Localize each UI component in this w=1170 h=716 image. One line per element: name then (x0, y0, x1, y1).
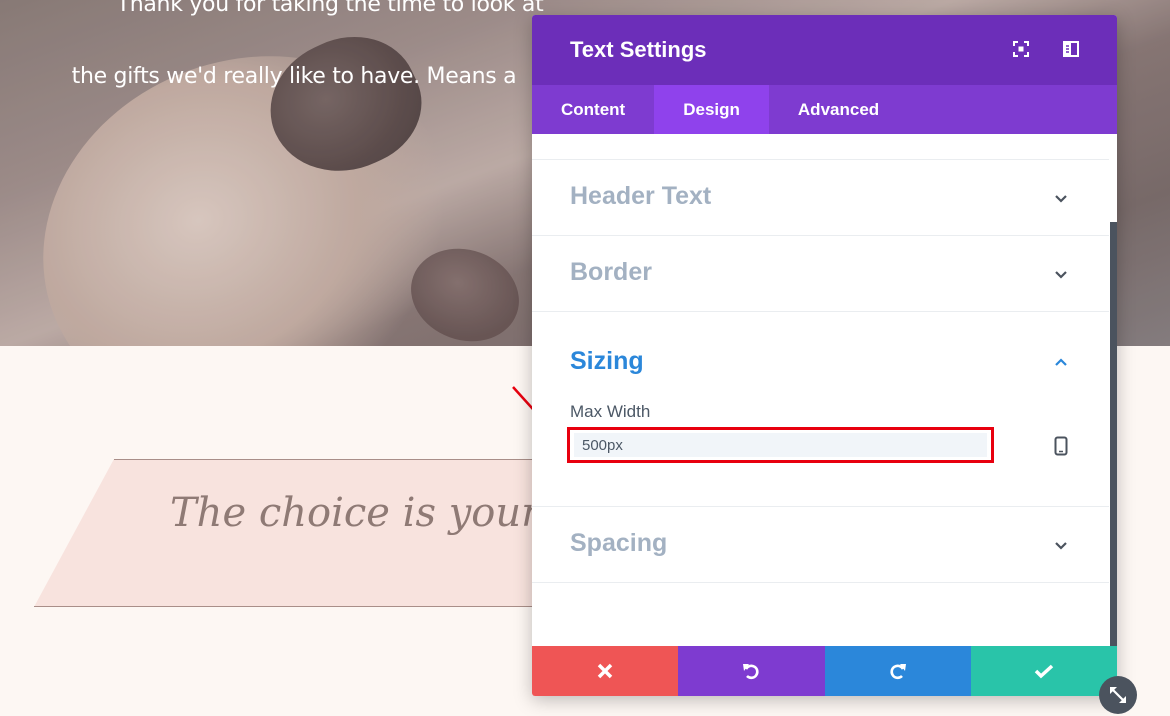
sidebar-layout-icon[interactable] (1062, 40, 1080, 58)
chevron-up-icon[interactable] (1053, 356, 1069, 368)
resize-icon (1110, 687, 1126, 703)
panel-footer (532, 646, 1117, 696)
section-border[interactable]: Border (570, 258, 652, 287)
chevron-down-icon[interactable] (1053, 193, 1069, 205)
panel-scrollbar[interactable] (1110, 222, 1117, 646)
max-width-input[interactable] (574, 433, 987, 457)
tab-advanced[interactable]: Advanced (769, 85, 908, 134)
save-button[interactable] (970, 646, 1117, 696)
settings-tabs: Content Design Advanced (532, 85, 1117, 134)
section-sizing[interactable]: Sizing (570, 347, 644, 376)
text-settings-panel: Text Settings Content Design Advanced He… (532, 15, 1117, 696)
settings-content: Header Text Border Sizing Max Width Spac… (532, 134, 1117, 646)
undo-button[interactable] (678, 646, 825, 696)
ribbon-text: The choice is yours (170, 490, 561, 536)
tab-design[interactable]: Design (654, 85, 769, 134)
redo-button[interactable] (824, 646, 971, 696)
section-spacing[interactable]: Spacing (570, 529, 667, 558)
resize-handle[interactable] (1099, 676, 1137, 714)
section-header-text[interactable]: Header Text (570, 182, 711, 211)
cancel-button[interactable] (532, 646, 679, 696)
expand-icon[interactable] (1012, 40, 1030, 58)
cancel-icon (597, 663, 613, 679)
chevron-down-icon[interactable] (1053, 269, 1069, 281)
redo-icon (890, 664, 906, 680)
hero-text-line-2: the gifts we'd really like to have. Mean… (71, 64, 517, 89)
max-width-label: Max Width (570, 402, 651, 421)
check-icon (1034, 664, 1054, 679)
undo-icon (743, 664, 759, 680)
panel-header: Text Settings (532, 15, 1117, 85)
phone-icon[interactable] (1054, 436, 1068, 456)
chevron-down-icon[interactable] (1053, 540, 1069, 552)
max-width-field-highlight (567, 427, 994, 463)
panel-title: Text Settings (570, 37, 707, 62)
tab-content[interactable]: Content (532, 85, 654, 134)
